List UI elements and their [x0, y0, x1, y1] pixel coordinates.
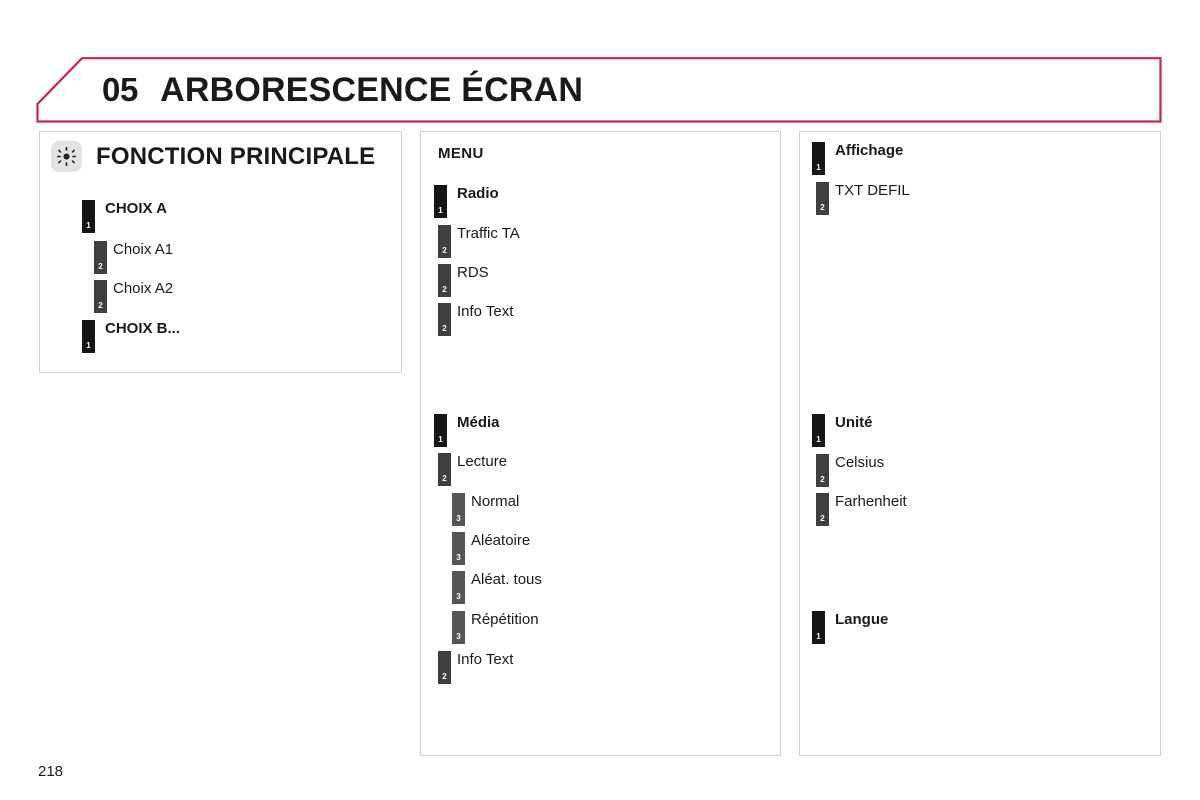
menu-item-node: 2 Traffic TA	[438, 225, 520, 258]
level-2-marker: 2	[438, 453, 451, 486]
level-1-marker: 1	[82, 320, 95, 353]
settings-item-node: 2 Farhenheit	[816, 493, 907, 526]
level-3-marker: 3	[452, 611, 465, 644]
sun-brightness-icon	[51, 141, 82, 172]
menu-item-label: RDS	[457, 264, 489, 281]
level-2-marker: 2	[94, 241, 107, 274]
menu-item-label: Aléat. tous	[471, 571, 542, 588]
settings-item-label: Farhenheit	[835, 493, 907, 510]
menu-item-node: 1 Média	[434, 414, 500, 447]
level-1-marker: 1	[812, 611, 825, 644]
page-title: ARBORESCENCE ÉCRAN	[160, 70, 584, 109]
menu-item-node: 1 Radio	[434, 185, 499, 218]
chapter-header: 05 ARBORESCENCE ÉCRAN	[36, 57, 1162, 123]
legend-item-label: CHOIX B...	[105, 320, 181, 337]
legend-panel-title: FONCTION PRINCIPALE	[96, 142, 376, 170]
menu-item-label: Média	[457, 414, 500, 431]
settings-item-label: TXT DEFIL	[835, 182, 910, 199]
level-3-marker: 3	[452, 571, 465, 604]
legend-item-node: 1 CHOIX A	[82, 200, 167, 233]
menu-item-label: Info Text	[457, 303, 514, 320]
settings-item-node: 1 Unité	[812, 414, 873, 447]
menu-item-label: Info Text	[457, 651, 514, 668]
level-2-marker: 2	[816, 182, 829, 215]
menu-item-label: Normal	[471, 493, 520, 510]
legend-item-label: Choix A2	[113, 280, 174, 297]
menu-item-node: 3 Aléat. tous	[452, 571, 542, 604]
menu-item-node: 3 Aléatoire	[452, 532, 530, 565]
menu-item-label: Traffic TA	[457, 225, 520, 242]
level-1-marker: 1	[812, 142, 825, 175]
level-1-marker: 1	[434, 185, 447, 218]
legend-item-node: 2 Choix A1	[94, 241, 173, 274]
menu-item-node: 2 Info Text	[438, 303, 513, 336]
legend-item-node: 2 Choix A2	[94, 280, 173, 313]
settings-item-node: 1 Affichage	[812, 142, 903, 175]
level-2-marker: 2	[438, 225, 451, 258]
legend-item-label: CHOIX A	[105, 200, 167, 217]
chapter-header-text: 05 ARBORESCENCE ÉCRAN	[102, 57, 583, 123]
level-3-marker: 3	[452, 493, 465, 526]
page-number: 218	[38, 763, 64, 780]
settings-item-label: Affichage	[835, 142, 904, 159]
level-2-marker: 2	[438, 264, 451, 297]
level-2-marker: 2	[94, 280, 107, 313]
level-3-marker: 3	[452, 532, 465, 565]
level-1-marker: 1	[434, 414, 447, 447]
menu-item-label: Aléatoire	[471, 532, 531, 549]
settings-item-node: 2 TXT DEFIL	[816, 182, 910, 215]
legend-panel-header: FONCTION PRINCIPALE	[51, 141, 375, 172]
chapter-number: 05	[102, 71, 139, 108]
menu-panel-heading: MENU	[438, 145, 484, 162]
menu-item-node: 3 Normal	[452, 493, 519, 526]
level-1-marker: 1	[812, 414, 825, 447]
menu-item-node: 2 RDS	[438, 264, 489, 297]
menu-item-node: 2 Info Text	[438, 651, 513, 684]
settings-item-label: Langue	[835, 611, 889, 628]
menu-item-label: Radio	[457, 185, 499, 202]
settings-item-label: Celsius	[835, 454, 885, 471]
menu-item-node: 3 Répétition	[452, 611, 539, 644]
level-2-marker: 2	[438, 303, 451, 336]
level-1-marker: 1	[82, 200, 95, 233]
settings-item-node: 1 Langue	[812, 611, 888, 644]
level-2-marker: 2	[816, 493, 829, 526]
settings-item-label: Unité	[835, 414, 873, 431]
level-2-marker: 2	[438, 651, 451, 684]
legend-item-node: 1 CHOIX B...	[82, 320, 180, 353]
menu-item-node: 2 Lecture	[438, 453, 507, 486]
menu-item-label: Répétition	[471, 611, 539, 628]
legend-item-label: Choix A1	[113, 241, 174, 258]
menu-item-label: Lecture	[457, 453, 508, 470]
level-2-marker: 2	[816, 454, 829, 487]
settings-item-node: 2 Celsius	[816, 454, 884, 487]
